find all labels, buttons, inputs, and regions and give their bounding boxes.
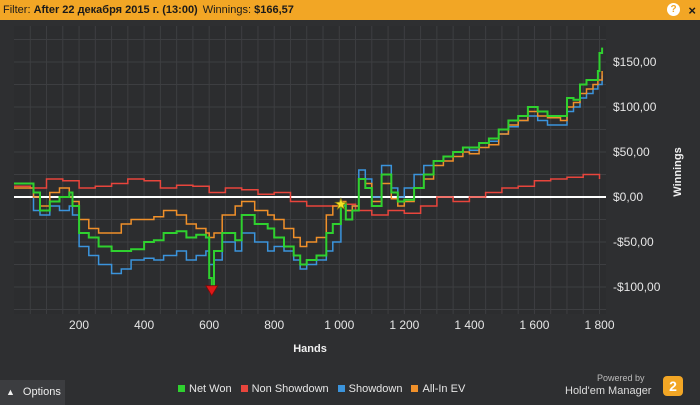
- powered-by-text: Powered by: [597, 373, 645, 383]
- x-tick-label: 400: [134, 318, 154, 332]
- winnings-value: $166,57: [254, 4, 294, 16]
- legend-item-all-in-ev[interactable]: All-In EV: [411, 383, 465, 395]
- legend-label: All-In EV: [422, 383, 466, 395]
- options-button[interactable]: ▲ Options: [0, 380, 65, 405]
- legend-swatch: [178, 385, 185, 392]
- filter-value[interactable]: After 22 декабря 2015 г. (13:00): [34, 4, 198, 16]
- legend-label: Net Won: [189, 383, 232, 395]
- brand-name: Hold'em Manager: [565, 385, 652, 397]
- x-tick-label: 1 000: [324, 318, 354, 332]
- chevron-up-icon: ▲: [6, 387, 15, 397]
- legend-swatch: [337, 385, 345, 392]
- y-tick-label: $0,00: [613, 190, 643, 204]
- help-icon[interactable]: ?: [667, 3, 680, 16]
- x-tick-label: 1 200: [389, 318, 419, 332]
- x-tick-label: 800: [264, 318, 284, 332]
- legend-swatch: [240, 385, 248, 392]
- chart-legend: Net Won Non Showdown Showdown All-In EV: [178, 383, 474, 395]
- y-axis-label: Winnings: [672, 147, 684, 196]
- y-tick-label: $50,00: [613, 145, 650, 159]
- x-tick-label: 1 400: [454, 318, 484, 332]
- filter-bar: Filter: After 22 декабря 2015 г. (13:00)…: [0, 0, 700, 20]
- y-tick-label: $150,00: [613, 55, 657, 69]
- x-tick-label: 600: [199, 318, 219, 332]
- hem2-logo-icon: 2: [663, 376, 683, 396]
- winnings-label: Winnings:: [202, 4, 252, 16]
- y-tick-label: -$50,00: [613, 235, 654, 249]
- filter-label: Filter:: [3, 4, 31, 16]
- x-tick-label: 200: [69, 318, 89, 332]
- legend-item-net-won[interactable]: Net Won: [178, 383, 232, 395]
- x-tick-label: 1 800: [584, 318, 614, 332]
- options-label: Options: [22, 386, 61, 398]
- legend-label: Non Showdown: [251, 383, 329, 395]
- plot-area: [14, 26, 606, 314]
- y-tick-label: -$100,00: [613, 280, 661, 294]
- winnings-chart: 200 400 600 800 1 000 1 200 1 400 1 600 1 800 $1…: [0, 20, 700, 360]
- legend-swatch: [411, 385, 419, 392]
- close-icon[interactable]: ×: [688, 1, 696, 21]
- legend-label: Showdown: [348, 383, 403, 395]
- legend-item-non-showdown[interactable]: Non Showdown: [240, 383, 329, 395]
- legend-item-showdown[interactable]: Showdown: [337, 383, 403, 395]
- x-tick-label: 1 600: [519, 318, 549, 332]
- y-tick-label: $100,00: [613, 100, 657, 114]
- x-axis-label: Hands: [293, 343, 327, 355]
